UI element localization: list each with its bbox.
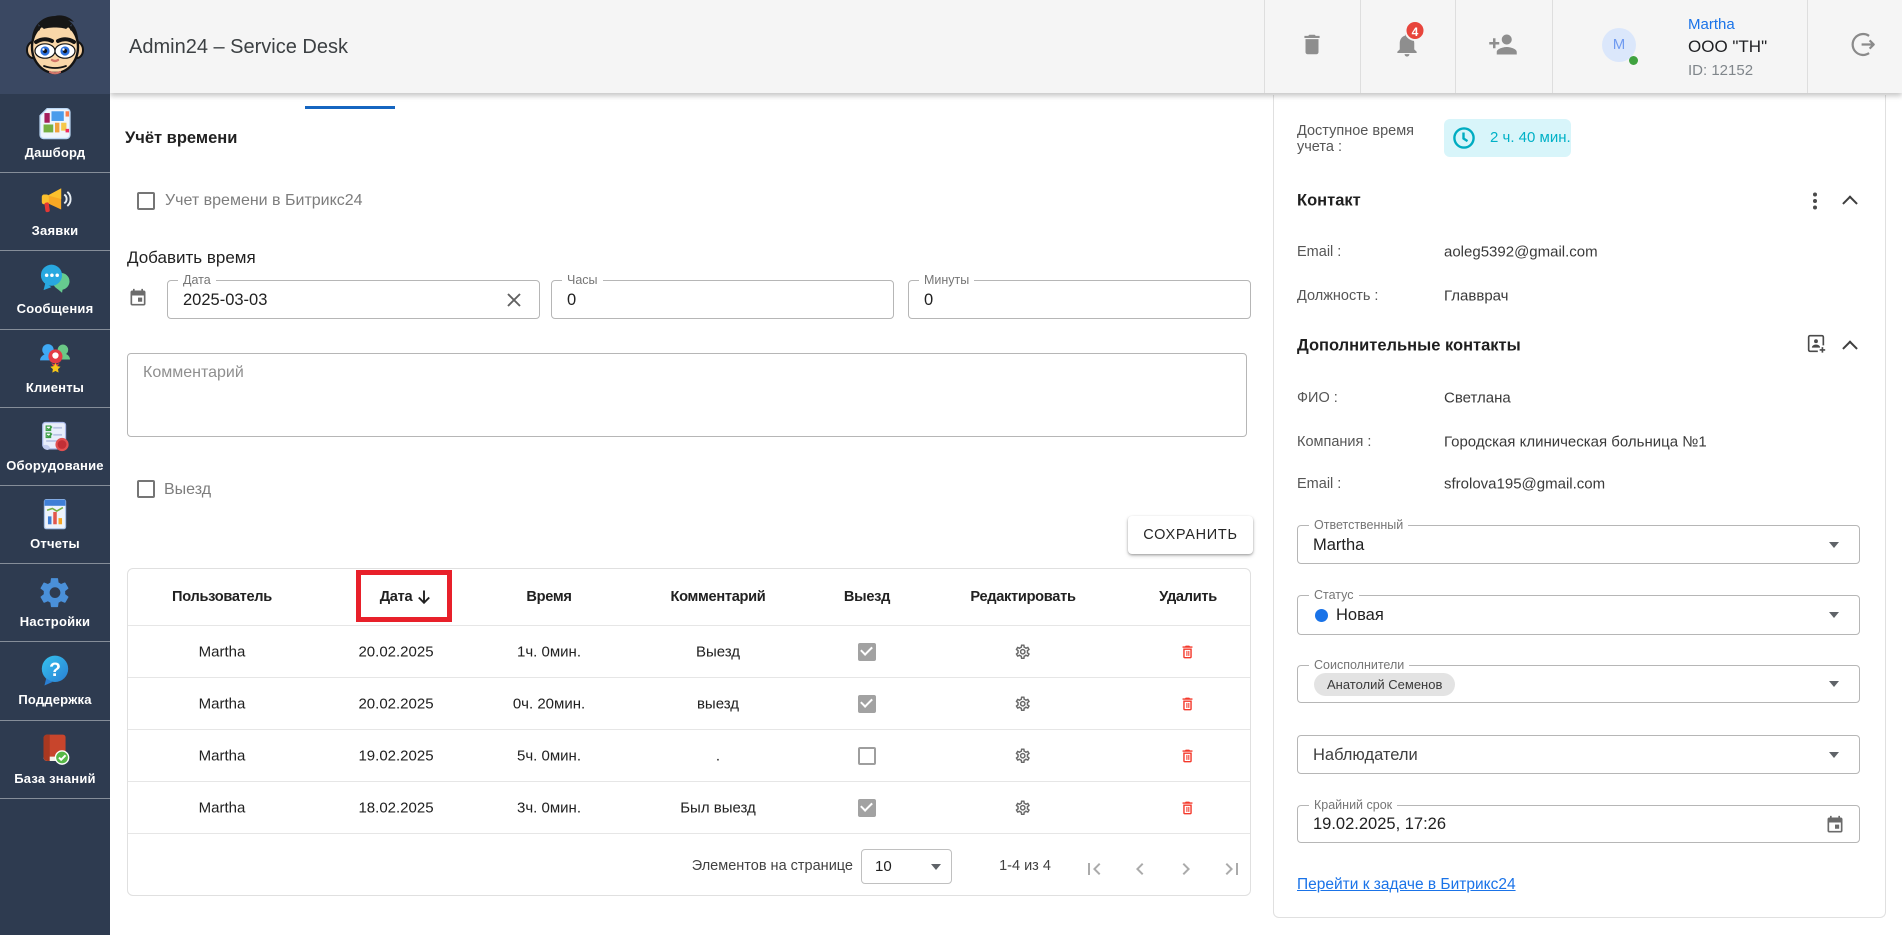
svg-text:?: ? — [49, 659, 61, 681]
